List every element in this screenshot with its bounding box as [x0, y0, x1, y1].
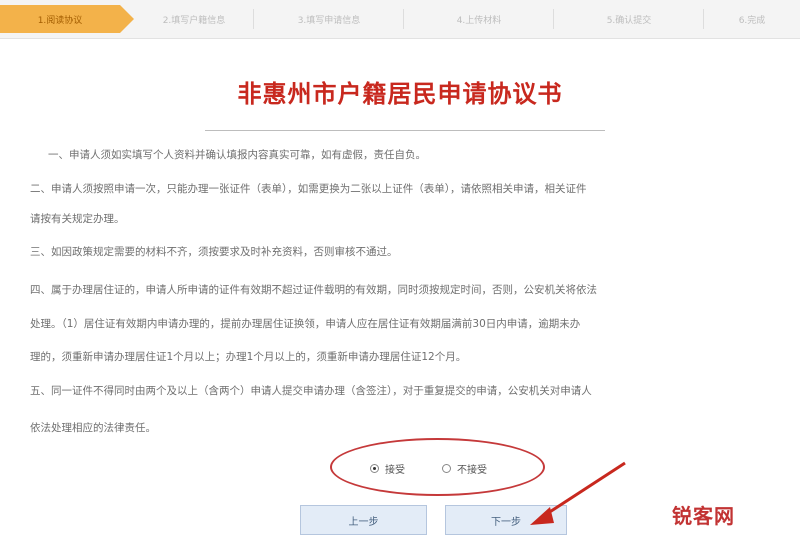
- title-divider: [205, 130, 605, 131]
- step-label: 1.阅读协议: [37, 15, 83, 26]
- radio-disagree-label: 不接受: [457, 465, 487, 476]
- highlight-ellipse: [330, 438, 545, 496]
- watermark-logo: 锐客网: [672, 504, 735, 528]
- step-2: 2.填写户籍信息: [134, 5, 254, 33]
- agreement-item-1: 一、申请人须如实填写个人资料并确认填报内容真实可靠，如有虚假，责任自负。: [48, 149, 426, 161]
- step-4: 4.上传材料: [404, 5, 554, 33]
- radio-checked-icon[interactable]: [370, 464, 379, 473]
- pointer-arrow-icon: [530, 461, 626, 525]
- step-label: 5.确认提交: [606, 15, 652, 26]
- step-6: 6.完成: [704, 5, 800, 33]
- radio-agree[interactable]: 接受: [370, 461, 405, 476]
- agreement-item-5: 五、同一证件不得同时由两个及以上（含两个）申请人提交申请办理（含签注），对于重复…: [30, 385, 592, 397]
- agreement-item-4: 四、属于办理居住证的，申请人所申请的证件有效期不超过证件载明的有效期，同时须按规…: [30, 284, 597, 296]
- agreement-item-5-cont: 依法处理相应的法律责任。: [30, 422, 156, 434]
- step-label: 3.填写申请信息: [297, 15, 361, 26]
- agreement-item-4-cont: 处理。（1）居住证有效期内申请办理的，提前办理居住证换领，申请人应在居住证有效期…: [30, 318, 581, 330]
- step-bar: 1.阅读协议 2.填写户籍信息 3.填写申请信息 4.上传材料 5.确认提交 6…: [0, 0, 800, 39]
- agreement-item-2-cont: 请按有关规定办理。: [30, 213, 125, 225]
- agreement-item-3: 三、如因政策规定需要的材料不齐，须按要求及时补充资料，否则审核不通过。: [30, 246, 398, 258]
- radio-unchecked-icon[interactable]: [442, 464, 451, 473]
- page-title: 非惠州市户籍居民申请协议书: [237, 80, 563, 108]
- radio-agree-label: 接受: [385, 465, 405, 476]
- agreement-item-2: 二、申请人须按照申请一次，只能办理一张证件（表单），如需更换为二张以上证件（表单…: [30, 183, 587, 195]
- agreement-item-4-cont2: 理的，须重新申请办理居住证1个月以上；办理1个月以上的，须重新申请办理居住证12…: [30, 351, 467, 363]
- step-1: 1.阅读协议: [0, 5, 134, 33]
- step-label: 2.填写户籍信息: [162, 15, 226, 26]
- prev-button[interactable]: 上一步: [300, 505, 427, 535]
- step-label: 6.完成: [738, 15, 766, 26]
- radio-disagree[interactable]: 不接受: [442, 461, 487, 476]
- step-5: 5.确认提交: [554, 5, 704, 33]
- step-3: 3.填写申请信息: [254, 5, 404, 33]
- step-label: 4.上传材料: [456, 15, 502, 26]
